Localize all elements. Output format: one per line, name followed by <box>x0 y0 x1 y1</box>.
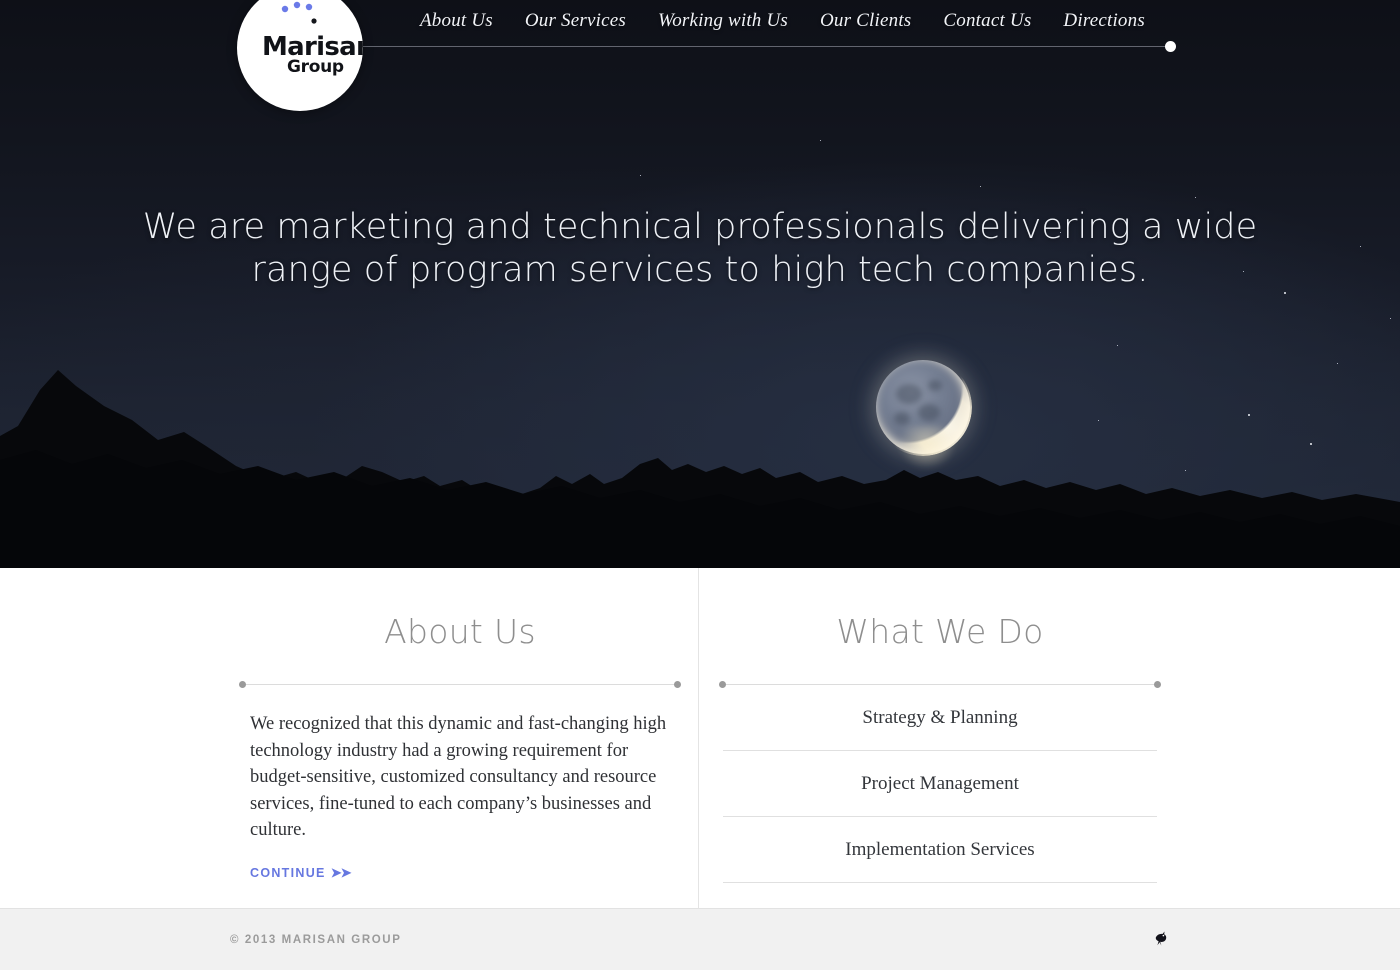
what-we-do-rule <box>719 681 1161 688</box>
continue-label: CONTINUE <box>250 865 326 880</box>
what-we-do-column: What We Do Strategy & Planning Project M… <box>719 568 1161 883</box>
column-divider <box>698 568 699 908</box>
content-section: About Us We recognized that this dynamic… <box>0 568 1400 908</box>
brand-logo[interactable]: Marisan Group <box>237 0 363 111</box>
nav-item-our-services[interactable]: Our Services <box>525 10 626 32</box>
copyright-text: © 2013 MARISAN GROUP <box>230 934 402 946</box>
hero-copy: We are marketing and technical professio… <box>0 206 1400 292</box>
logo-subword: Group <box>287 57 344 77</box>
nav-item-about-us[interactable]: About Us <box>420 10 493 32</box>
nav-item-our-clients[interactable]: Our Clients <box>820 10 911 32</box>
site-footer: © 2013 MARISAN GROUP <box>0 908 1400 970</box>
nav-item-working-with-us[interactable]: Working with Us <box>658 10 788 32</box>
site-header: Marisan Group About Us Our Services Work… <box>0 0 1400 111</box>
list-item[interactable]: Strategy & Planning <box>723 685 1157 751</box>
services-list: Strategy & Planning Project Management I… <box>720 685 1160 883</box>
about-us-column: About Us We recognized that this dynamic… <box>239 568 681 882</box>
nav-rule <box>362 46 1170 47</box>
main-navigation[interactable]: About Us Our Services Working with Us Ou… <box>420 10 1145 32</box>
bird-mark-icon[interactable] <box>1148 926 1174 952</box>
double-arrow-icon: ➤➤ <box>330 864 352 880</box>
about-us-body: We recognized that this dynamic and fast… <box>250 714 667 840</box>
about-us-rule <box>239 681 681 688</box>
nav-item-contact-us[interactable]: Contact Us <box>943 10 1031 32</box>
continue-link[interactable]: CONTINUE ➤➤ <box>250 864 352 881</box>
page-root: We are marketing and technical professio… <box>0 0 1400 970</box>
what-we-do-title: What We Do <box>836 612 1044 651</box>
nav-item-directions[interactable]: Directions <box>1063 10 1145 32</box>
list-item[interactable]: Implementation Services <box>723 817 1157 883</box>
hero-headline: We are marketing and technical professio… <box>142 207 1258 290</box>
about-us-title: About Us <box>384 612 536 651</box>
mountain-silhouette <box>0 370 1400 568</box>
nav-rule-end-dot <box>1165 41 1176 52</box>
list-item[interactable]: Project Management <box>723 751 1157 817</box>
